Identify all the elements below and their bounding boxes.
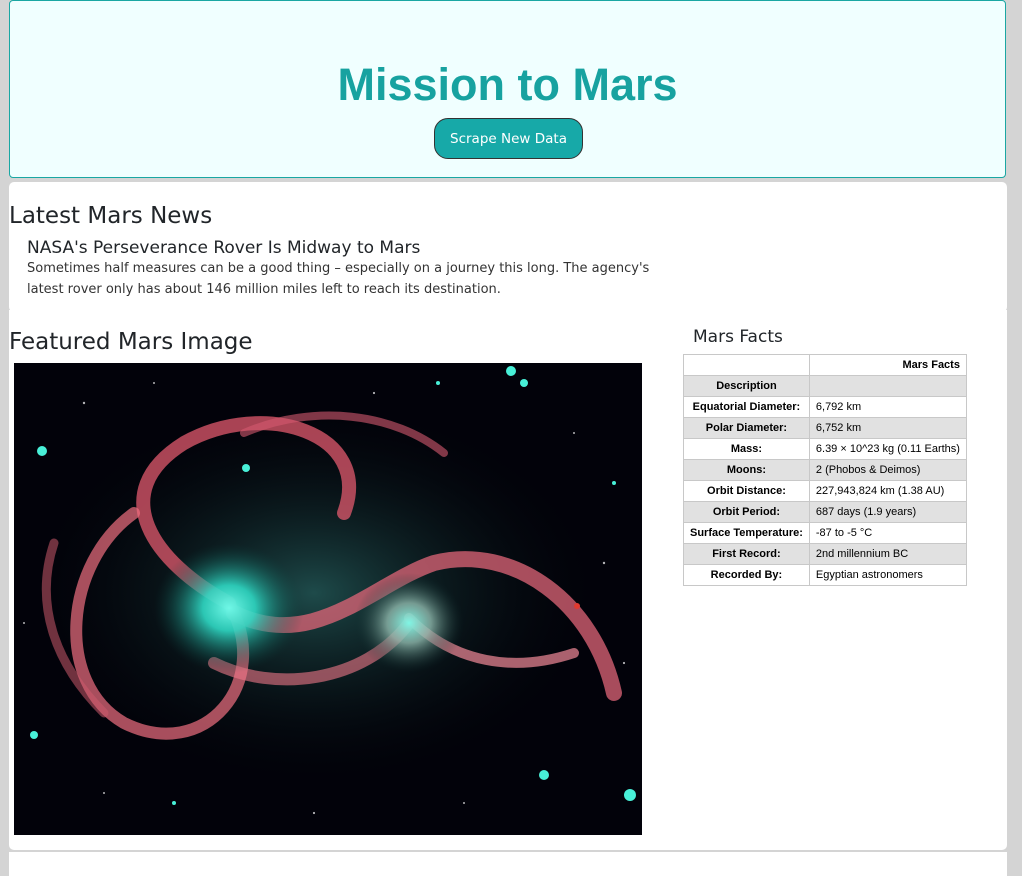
page-title: Mission to Mars [337, 59, 678, 110]
fact-value: 2 (Phobos & Deimos) [808, 459, 967, 481]
jumbotron: Mission to Mars Scrape New Data [9, 0, 1006, 178]
fact-label: First Record: [683, 543, 810, 565]
fact-label: Moons: [683, 459, 810, 481]
table-header-row: Mars Facts [683, 354, 967, 376]
scrape-new-data-button[interactable]: Scrape New Data [434, 118, 583, 159]
galaxy-image [14, 363, 642, 835]
table-row: Orbit Distance: 227,943,824 km (1.38 AU) [683, 480, 967, 502]
facts-heading: Mars Facts [693, 327, 783, 347]
fact-label: Orbit Distance: [683, 480, 810, 502]
fact-value: 227,943,824 km (1.38 AU) [808, 480, 967, 502]
fact-value: Egyptian astronomers [808, 564, 967, 586]
table-row: Polar Diameter: 6,752 km [683, 417, 967, 439]
news-teaser: Sometimes half measures can be a good th… [27, 261, 650, 297]
fact-value: 6.39 × 10^23 kg (0.11 Earths) [808, 438, 967, 460]
fact-label: Recorded By: [683, 564, 810, 586]
fact-label: Description [683, 375, 810, 397]
table-header-label [683, 354, 810, 376]
table-row: Recorded By: Egyptian astronomers [683, 564, 967, 586]
fact-value: 2nd millennium BC [808, 543, 967, 565]
fact-value [808, 375, 967, 397]
table-row: Moons: 2 (Phobos & Deimos) [683, 459, 967, 481]
fact-label: Orbit Period: [683, 501, 810, 523]
mars-facts-table: Mars Facts Description Equatorial Diamet… [683, 354, 967, 586]
table-row: Equatorial Diameter: 6,792 km [683, 396, 967, 418]
featured-image-heading: Featured Mars Image [9, 329, 253, 355]
fact-label: Surface Temperature: [683, 522, 810, 544]
fact-label: Mass: [683, 438, 810, 460]
news-title: NASA's Perseverance Rover Is Midway to M… [27, 238, 421, 258]
table-row: Mass: 6.39 × 10^23 kg (0.11 Earths) [683, 438, 967, 460]
fact-label: Equatorial Diameter: [683, 396, 810, 418]
table-row: Orbit Period: 687 days (1.9 years) [683, 501, 967, 523]
footer-strip [9, 852, 1007, 876]
table-row: Surface Temperature: -87 to -5 °C [683, 522, 967, 544]
fact-label: Polar Diameter: [683, 417, 810, 439]
table-row: First Record: 2nd millennium BC [683, 543, 967, 565]
fact-value: 6,752 km [808, 417, 967, 439]
news-heading: Latest Mars News [9, 203, 213, 229]
fact-value: 6,792 km [808, 396, 967, 418]
featured-image [14, 363, 642, 835]
fact-value: -87 to -5 °C [808, 522, 967, 544]
table-header-value: Mars Facts [808, 354, 967, 376]
table-row: Description [683, 375, 967, 397]
fact-value: 687 days (1.9 years) [808, 501, 967, 523]
